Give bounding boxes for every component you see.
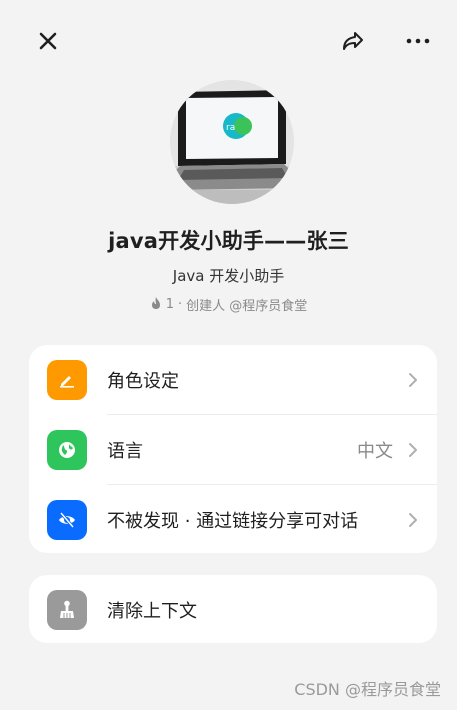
pencil-icon	[47, 359, 87, 400]
watermark: CSDN @程序员食堂	[294, 680, 441, 699]
language-value: 中文	[357, 440, 393, 462]
bot-subtitle: Java 开发小助手	[172, 267, 285, 285]
eye-off-icon	[47, 499, 87, 540]
share-icon[interactable]	[338, 26, 368, 56]
bot-title: java开发小助手——张三	[108, 229, 349, 253]
top-bar	[0, 0, 457, 80]
close-icon[interactable]	[33, 26, 63, 56]
globe-icon	[47, 429, 87, 470]
popularity-count: 1	[165, 297, 174, 312]
creator-label: 创建人 @程序员食堂	[186, 299, 308, 314]
fire-icon	[150, 296, 162, 314]
settings-row-label: 不被发现 · 通过链接分享可对话	[107, 510, 359, 532]
clear-context-label: 清除上下文	[107, 600, 197, 622]
more-icon[interactable]	[403, 26, 433, 56]
chevron-right-icon	[407, 512, 419, 528]
actions-card: 清除上下文	[29, 575, 437, 643]
settings-row-role[interactable]: 角色设定	[29, 345, 437, 414]
meta-separator: ·	[178, 297, 183, 312]
chevron-right-icon	[407, 372, 419, 388]
chevron-right-icon	[407, 442, 419, 458]
bot-meta: 1 · 创建人 @程序员食堂	[0, 295, 457, 314]
clear-context-button[interactable]: 清除上下文	[29, 575, 437, 644]
settings-row-label: 角色设定	[107, 370, 179, 392]
broom-icon	[47, 589, 87, 630]
settings-row-visibility[interactable]: 不被发现 · 通过链接分享可对话	[29, 485, 437, 554]
svg-text:ra: ra	[226, 123, 235, 133]
settings-row-language[interactable]: 语言 中文	[29, 415, 437, 484]
settings-card: 角色设定 语言 中文 不被发现 · 通过链接分享可对话	[29, 345, 437, 553]
avatar: ra	[170, 80, 294, 204]
settings-row-label: 语言	[107, 440, 143, 462]
